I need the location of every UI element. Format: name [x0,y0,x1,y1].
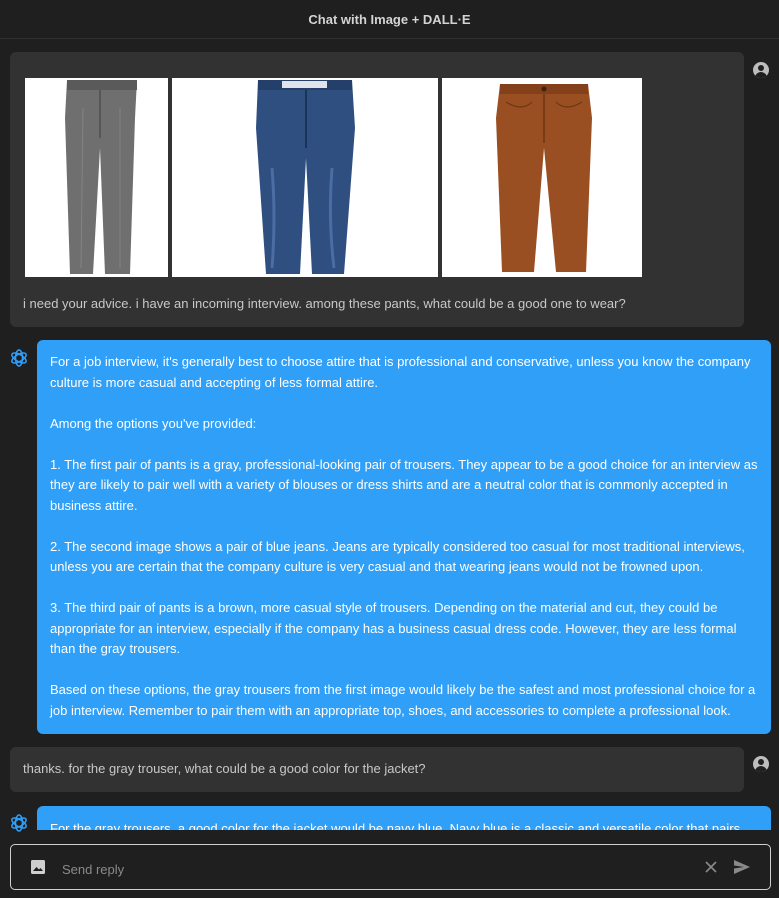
assistant-paragraph: 2. The second image shows a pair of blue… [50,538,745,575]
assistant-message: For the gray trousers, a good color for … [37,806,771,830]
gray-trousers-image[interactable] [25,78,168,277]
assistant-message: For a job interview, it's generally best… [37,340,771,734]
page-title: Chat with Image + DALL·E [308,11,471,27]
user-message: i need your advice. i have an incoming i… [10,52,744,327]
brown-trousers-image[interactable] [442,78,642,277]
reply-input-bar [10,844,771,890]
openai-logo-icon [11,814,27,832]
assistant-paragraph: 1. The first pair of pants is a gray, pr… [50,456,758,513]
user-message-text: thanks. for the gray trouser, what could… [23,761,426,776]
blue-jeans-image[interactable] [172,78,438,277]
openai-logo-icon [11,349,27,367]
user-avatar-icon [753,756,769,772]
user-avatar-icon [753,62,769,78]
reply-input[interactable] [60,858,684,880]
assistant-message-clip: For the gray trousers, a good color for … [37,806,771,830]
user-message: thanks. for the gray trouser, what could… [10,747,744,792]
assistant-paragraph: Based on these options, the gray trouser… [50,682,756,718]
image-icon[interactable] [30,859,46,875]
chat-header: Chat with Image + DALL·E [0,0,779,39]
assistant-paragraph: Among the options you've provided: [50,415,257,431]
assistant-message-text: For the gray trousers, a good color for … [50,821,741,830]
assistant-paragraph: 3. The third pair of pants is a brown, m… [50,600,737,656]
close-icon[interactable] [704,860,718,874]
assistant-paragraph: For a job interview, it's generally best… [50,354,751,390]
user-message-text: i need your advice. i have an incoming i… [23,296,626,311]
send-icon[interactable] [733,858,751,876]
